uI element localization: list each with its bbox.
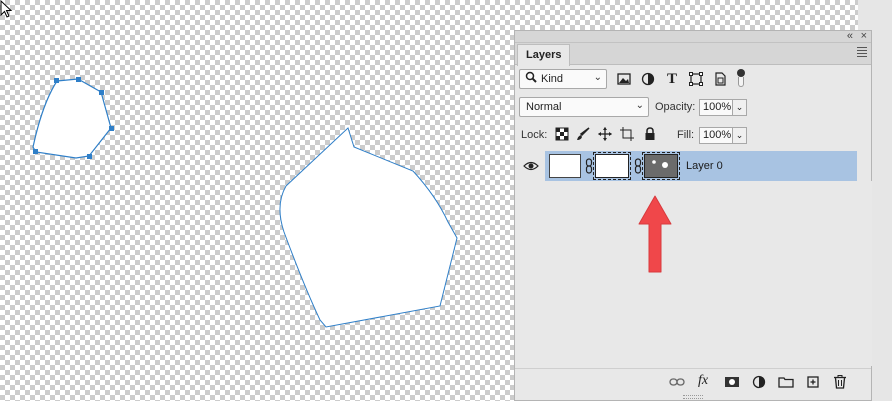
blend-mode-value: Normal bbox=[526, 101, 562, 113]
type-filter-icon[interactable]: T bbox=[664, 71, 680, 87]
kind-filter-label: Kind bbox=[541, 73, 564, 85]
layers-list-empty-area[interactable] bbox=[516, 181, 872, 366]
link-chain-icon[interactable] bbox=[585, 158, 593, 177]
collapse-panel-button[interactable]: « bbox=[847, 30, 853, 42]
layer-thumbnail[interactable] bbox=[549, 154, 581, 178]
vector-mask-thumbnail[interactable] bbox=[642, 152, 680, 180]
layer-row[interactable]: Layer 0 bbox=[545, 151, 857, 181]
close-panel-button[interactable]: × bbox=[861, 30, 867, 42]
fill-dropdown-button[interactable]: ⌄ bbox=[733, 127, 747, 144]
image-filter-icon[interactable] bbox=[616, 71, 632, 87]
search-icon bbox=[525, 71, 537, 86]
visibility-eye-icon[interactable] bbox=[523, 158, 539, 174]
chevron-down-icon: ⌄ bbox=[635, 100, 644, 111]
mouse-cursor-icon bbox=[0, 0, 13, 18]
layer-name[interactable]: Layer 0 bbox=[686, 160, 723, 172]
lock-all-icon[interactable] bbox=[643, 127, 657, 141]
lock-image-pixels-icon[interactable] bbox=[576, 127, 590, 141]
filter-toggle[interactable] bbox=[737, 69, 745, 87]
chevron-down-icon: ⌄ bbox=[593, 72, 602, 83]
adjustment-layer-icon[interactable] bbox=[751, 374, 767, 390]
opacity-dropdown-button[interactable]: ⌄ bbox=[733, 99, 747, 116]
lock-label: Lock: bbox=[521, 129, 548, 141]
smart-object-filter-icon[interactable] bbox=[712, 71, 728, 87]
large-shape[interactable] bbox=[279, 127, 458, 328]
lock-position-icon[interactable] bbox=[598, 127, 612, 141]
new-group-icon[interactable] bbox=[778, 374, 794, 390]
kind-filter-select[interactable]: Kind ⌄ bbox=[519, 69, 607, 89]
lock-row: Lock: Fill: 100% ⌄ bbox=[515, 123, 871, 149]
panel-title-strip[interactable]: « × bbox=[515, 30, 871, 43]
add-mask-icon[interactable] bbox=[724, 374, 740, 390]
layer-mask-thumbnail[interactable] bbox=[593, 152, 631, 180]
opacity-field[interactable]: 100% bbox=[699, 99, 733, 116]
fill-label: Fill: bbox=[677, 129, 695, 141]
annotation-arrow bbox=[638, 195, 672, 273]
tab-layers[interactable]: Layers bbox=[517, 44, 571, 66]
new-layer-icon[interactable] bbox=[805, 374, 821, 390]
blend-row: Normal ⌄ Opacity: 100% ⌄ bbox=[515, 95, 871, 121]
panel-resize-grip[interactable] bbox=[683, 395, 703, 399]
link-chain-icon[interactable] bbox=[634, 158, 642, 177]
lock-artboard-icon[interactable] bbox=[620, 127, 634, 141]
tab-bar: Layers bbox=[515, 43, 871, 66]
filter-row: Kind ⌄ T bbox=[515, 67, 871, 93]
delete-icon[interactable] bbox=[832, 374, 848, 390]
shape-filter-icon[interactable] bbox=[688, 71, 704, 87]
panel-footer: fx bbox=[515, 368, 871, 394]
opacity-label: Opacity: bbox=[655, 101, 696, 113]
panel-menu-icon[interactable] bbox=[857, 47, 867, 59]
fill-field[interactable]: 100% bbox=[699, 127, 733, 144]
blend-mode-select[interactable]: Normal ⌄ bbox=[519, 97, 649, 117]
layers-panel: « × Layers Kind ⌄ T Normal ⌄ Opacity: 10… bbox=[514, 30, 872, 401]
fx-icon[interactable]: fx bbox=[698, 374, 714, 390]
lock-transparent-pixels-icon[interactable] bbox=[555, 127, 569, 141]
adjustment-filter-icon[interactable] bbox=[640, 71, 656, 87]
link-layers-icon[interactable] bbox=[669, 374, 685, 390]
